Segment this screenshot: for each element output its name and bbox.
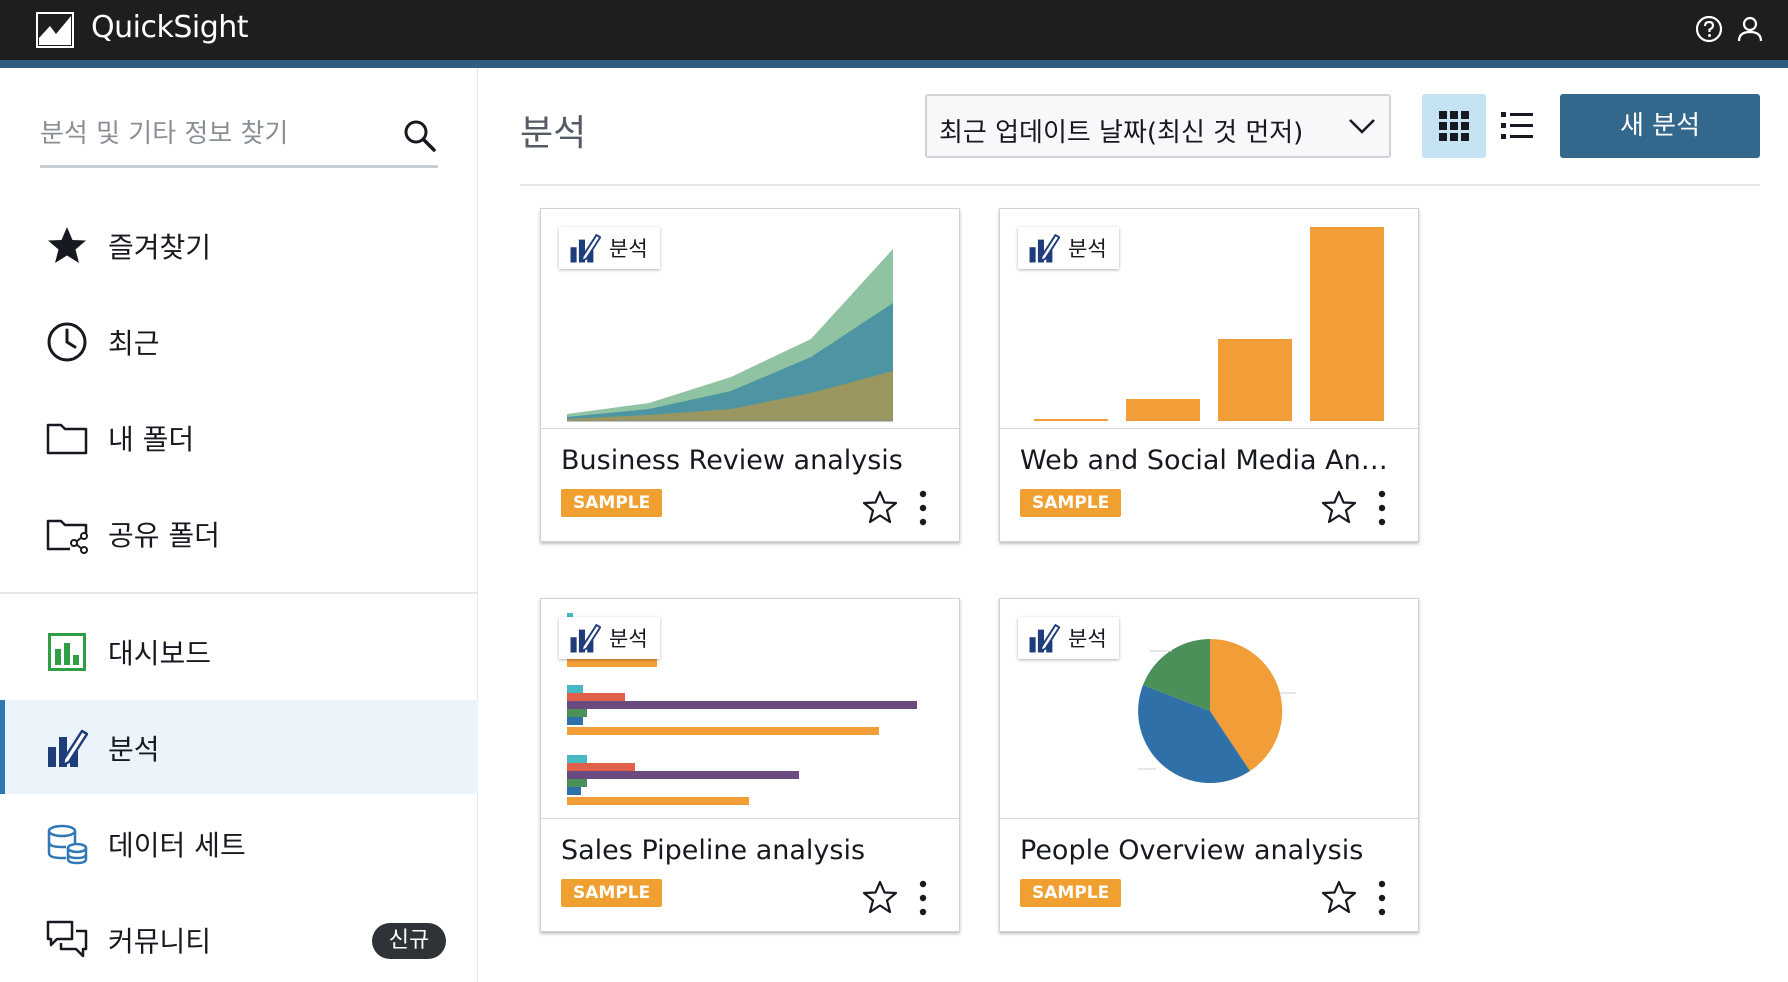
- card-thumbnail[interactable]: 분석: [1000, 599, 1418, 819]
- card-title[interactable]: Web and Social Media Analytics analysis: [1020, 445, 1400, 476]
- sidebar-item-recent[interactable]: 최근: [0, 294, 478, 388]
- app-title[interactable]: QuickSight: [91, 10, 249, 45]
- sidebar-item-datasets[interactable]: 데이터 세트: [0, 796, 478, 890]
- sidebar-item-analyses[interactable]: 분석: [0, 700, 478, 794]
- sidebar-item-label: 공유 폴더: [108, 519, 220, 552]
- sample-badge: SAMPLE: [1020, 489, 1122, 517]
- star-outline-icon[interactable]: [862, 489, 898, 525]
- more-options-icon[interactable]: [1374, 879, 1390, 917]
- analysis-icon: [1029, 234, 1060, 263]
- page-title: 분석: [520, 113, 587, 154]
- list-icon: [1501, 112, 1533, 139]
- sidebar: 즐겨찾기 최근 내 폴더 공유 폴더: [0, 68, 478, 982]
- sidebar-item-favorites[interactable]: 즐겨찾기: [0, 198, 478, 292]
- folder-icon: [46, 423, 88, 455]
- sample-badge: SAMPLE: [561, 489, 663, 517]
- sidebar-item-shared-folders[interactable]: 공유 폴더: [0, 486, 478, 580]
- analysis-icon: [1029, 624, 1060, 653]
- card-thumbnail[interactable]: 분석: [1000, 209, 1418, 429]
- grid-icon: [1439, 111, 1469, 141]
- search-input[interactable]: [40, 104, 390, 164]
- card-title[interactable]: Business Review analysis: [561, 445, 941, 476]
- analysis-card[interactable]: 분석 Business Review analysis SAMPLE: [540, 208, 960, 542]
- star-outline-icon[interactable]: [862, 879, 898, 915]
- star-outline-icon[interactable]: [1321, 879, 1357, 915]
- card-title[interactable]: People Overview analysis: [1020, 835, 1400, 866]
- card-thumbnail[interactable]: 분석: [541, 209, 959, 429]
- analysis-type-tag: 분석: [559, 227, 660, 269]
- analysis-icon: [570, 234, 601, 263]
- sidebar-item-label: 분석: [108, 733, 160, 766]
- topbar-accent-stripe: [0, 60, 1788, 68]
- analysis-type-tag: 분석: [1018, 227, 1119, 269]
- analysis-card[interactable]: 분석 Sales Pipeline analysis SAMPLE: [540, 598, 960, 932]
- sidebar-item-community[interactable]: 커뮤니티 신규: [0, 892, 478, 982]
- new-analysis-button[interactable]: 새 분석: [1560, 94, 1760, 158]
- sample-badge: SAMPLE: [1020, 879, 1122, 907]
- sidebar-item-label: 즐겨찾기: [108, 231, 212, 264]
- type-tag-label: 분석: [609, 627, 648, 651]
- type-tag-label: 분석: [1068, 237, 1107, 261]
- sidebar-item-label: 최근: [108, 327, 160, 360]
- sidebar-item-my-folders[interactable]: 내 폴더: [0, 390, 478, 484]
- type-tag-label: 분석: [609, 237, 648, 261]
- more-options-icon[interactable]: [915, 879, 931, 917]
- analysis-icon: [48, 729, 88, 767]
- sample-badge: SAMPLE: [561, 879, 663, 907]
- analysis-type-tag: 분석: [559, 617, 660, 659]
- sort-selected-value: 최근 업데이트 날짜(최신 것 먼저): [939, 118, 1304, 148]
- search-box: [40, 104, 438, 168]
- user-profile-icon[interactable]: [1735, 14, 1765, 44]
- card-thumbnail[interactable]: 분석: [541, 599, 959, 819]
- help-icon[interactable]: [1694, 14, 1724, 44]
- type-tag-label: 분석: [1068, 627, 1107, 651]
- sidebar-item-label: 커뮤니티: [108, 925, 212, 958]
- shared-folder-icon: [46, 519, 88, 554]
- analysis-icon: [570, 624, 601, 653]
- dataset-icon: [47, 824, 88, 865]
- dashboard-icon: [48, 633, 86, 671]
- analysis-card[interactable]: 분석 People Overview analysis SAMPLE: [999, 598, 1419, 932]
- analysis-card[interactable]: 분석 Web and Social Media Analytics analys…: [999, 208, 1419, 542]
- quicksight-logo-icon[interactable]: [36, 12, 74, 48]
- star-outline-icon[interactable]: [1321, 489, 1357, 525]
- chevron-down-icon: [1349, 119, 1375, 134]
- list-view-button[interactable]: [1500, 94, 1540, 158]
- grid-view-button[interactable]: [1422, 94, 1486, 158]
- analysis-type-tag: 분석: [1018, 617, 1119, 659]
- top-navigation-bar: QuickSight: [0, 0, 1788, 60]
- sidebar-item-label: 데이터 세트: [108, 829, 246, 862]
- sidebar-divider: [0, 592, 478, 594]
- card-title[interactable]: Sales Pipeline analysis: [561, 835, 941, 866]
- more-options-icon[interactable]: [1374, 489, 1390, 527]
- sidebar-item-label: 대시보드: [108, 637, 212, 670]
- sidebar-item-dashboards[interactable]: 대시보드: [0, 604, 478, 698]
- search-icon[interactable]: [402, 118, 438, 154]
- sort-dropdown[interactable]: 최근 업데이트 날짜(최신 것 먼저): [925, 94, 1391, 158]
- community-icon: [46, 920, 88, 958]
- clock-icon: [47, 322, 87, 362]
- new-badge: 신규: [372, 923, 446, 959]
- more-options-icon[interactable]: [915, 489, 931, 527]
- header-divider: [520, 184, 1760, 186]
- star-icon: [48, 227, 86, 263]
- sidebar-item-label: 내 폴더: [108, 423, 195, 456]
